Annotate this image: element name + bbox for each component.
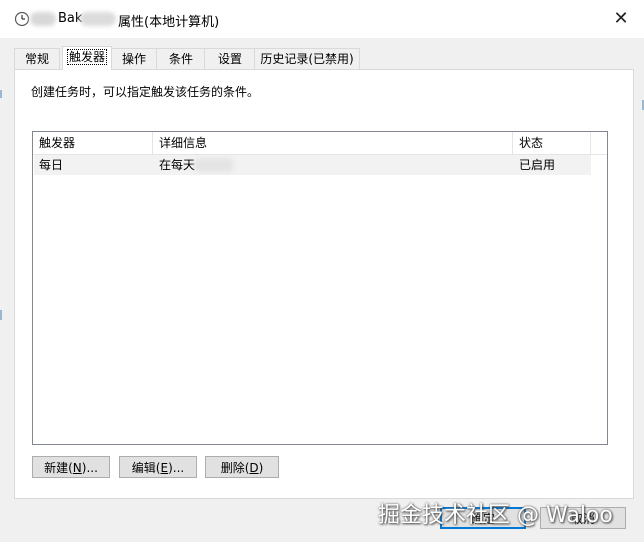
tab-label: 操作: [121, 52, 146, 66]
tab-label: 设置: [217, 52, 242, 66]
edit-trigger-button[interactable]: 编辑(E)...: [119, 456, 197, 478]
tab-history[interactable]: 历史记录(已禁用): [254, 48, 360, 69]
tab-triggers[interactable]: 触发器: [62, 46, 112, 70]
column-header-trigger[interactable]: 触发器: [33, 132, 153, 154]
window-title-prefix: Bak: [58, 11, 83, 26]
clock-icon: [14, 11, 30, 27]
watermark-text: 掘金技术社区 @ Waloo: [378, 503, 613, 528]
button-label: 新建(: [44, 461, 73, 475]
table-row[interactable]: 每日 在每天 已启用: [34, 155, 591, 175]
tab-label: 常规: [24, 52, 49, 66]
column-header-details[interactable]: 详细信息: [153, 132, 513, 154]
cell-details: 在每天: [159, 158, 196, 172]
tab-conditions[interactable]: 条件: [156, 48, 206, 69]
tab-label: 触发器: [66, 49, 108, 65]
triggers-list[interactable]: 触发器 详细信息 状态 每日 在每天 已启用: [32, 131, 608, 445]
cell-status: 已启用: [519, 158, 556, 172]
accelerator-key: D: [249, 461, 259, 475]
cell-trigger: 每日: [39, 158, 64, 172]
button-label: )...: [168, 461, 185, 475]
title-bar: Bak 属性(本地计算机) ✕: [0, 0, 644, 38]
redacted-area: [80, 12, 116, 26]
new-trigger-button[interactable]: 新建(N)...: [32, 456, 110, 478]
window-edge: [0, 310, 2, 320]
tab-label: 历史记录(已禁用): [260, 52, 354, 66]
redacted-area: [194, 158, 234, 172]
close-button[interactable]: ✕: [608, 6, 634, 32]
column-header-status[interactable]: 状态: [513, 132, 591, 154]
window-title-suffix: 属性(本地计算机): [118, 15, 220, 30]
window-edge: [0, 90, 2, 98]
panel-description: 创建任务时，可以指定触发该任务的条件。: [31, 85, 260, 99]
accelerator-key: E: [160, 461, 169, 475]
button-label: 编辑(: [131, 461, 161, 475]
tab-actions[interactable]: 操作: [110, 48, 158, 69]
tab-label: 条件: [168, 52, 193, 66]
tab-settings[interactable]: 设置: [204, 48, 256, 69]
task-properties-dialog: Bak 属性(本地计算机) ✕ 常规 触发器 操作 条件 设置 历史记录(已禁用…: [0, 0, 644, 542]
cell-details-wrap: 在每天: [154, 155, 514, 175]
button-label: )...: [81, 461, 98, 475]
redacted-area: [30, 12, 56, 26]
list-header: 触发器 详细信息 状态: [33, 132, 607, 155]
tab-general[interactable]: 常规: [14, 48, 60, 69]
accelerator-key: N: [72, 461, 82, 475]
triggers-tab-panel: 创建任务时，可以指定触发该任务的条件。 触发器 详细信息 状态 每日 在每天 已…: [14, 69, 634, 499]
delete-trigger-button[interactable]: 删除(D): [205, 456, 279, 478]
button-label: 删除(: [220, 461, 250, 475]
button-label: ): [258, 461, 264, 475]
